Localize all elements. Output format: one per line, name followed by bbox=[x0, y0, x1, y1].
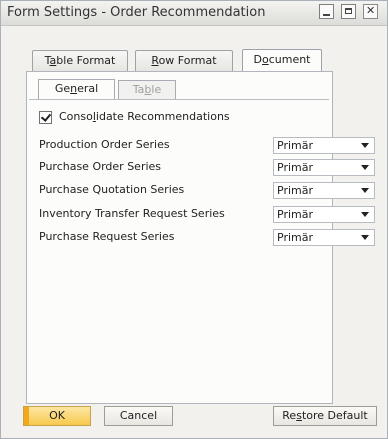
minimize-icon[interactable] bbox=[319, 4, 334, 19]
restore-label-part: tore Default bbox=[301, 409, 368, 422]
cancel-button-label: Cancel bbox=[119, 409, 158, 422]
tab-label-part: cument bbox=[268, 53, 311, 66]
checkmark-icon bbox=[40, 111, 52, 122]
select-value: Primär bbox=[277, 208, 313, 221]
subtab-label-part: Ta bbox=[132, 83, 145, 96]
subtab-label-part: eral bbox=[77, 82, 99, 95]
subtab-divider bbox=[29, 99, 329, 100]
maximize-icon[interactable] bbox=[341, 4, 356, 19]
subtab-label-part: le bbox=[151, 83, 162, 96]
restore-label-part: Re bbox=[282, 409, 297, 422]
purchase-order-series-label: Purchase Order Series bbox=[39, 160, 162, 173]
ok-button-label: OK bbox=[49, 409, 65, 422]
tab-label-part: ow Format bbox=[158, 54, 217, 67]
inventory-transfer-request-series-select[interactable]: Primär bbox=[273, 206, 375, 223]
cancel-button[interactable]: Cancel bbox=[104, 406, 173, 426]
title-bar[interactable]: Form Settings - Order Recommendation ✕ bbox=[1, 1, 387, 26]
purchase-request-series-label: Purchase Request Series bbox=[39, 230, 175, 243]
production-order-series-label: Production Order Series bbox=[39, 138, 170, 151]
tab-row-format[interactable]: Row Format bbox=[135, 50, 233, 71]
dropdown-arrow-icon[interactable] bbox=[361, 235, 369, 240]
window-title: Form Settings - Order Recommendation bbox=[7, 5, 266, 20]
subtab-label-part: Ge bbox=[54, 82, 71, 95]
subtab-table: Table bbox=[118, 80, 176, 99]
inventory-transfer-request-series-label: Inventory Transfer Request Series bbox=[39, 207, 225, 220]
tab-label-part: D bbox=[253, 53, 262, 66]
purchase-quotation-series-select[interactable]: Primär bbox=[273, 182, 375, 199]
dropdown-arrow-icon[interactable] bbox=[361, 165, 369, 170]
tab-table-format[interactable]: Table Format bbox=[32, 50, 128, 71]
production-order-series-select[interactable]: Primär bbox=[273, 137, 375, 154]
purchase-order-series-select[interactable]: Primär bbox=[273, 159, 375, 176]
select-value: Primär bbox=[277, 161, 313, 174]
tab-label-part: ble Format bbox=[56, 54, 116, 67]
purchase-request-series-select[interactable]: Primär bbox=[273, 229, 375, 246]
button-accent bbox=[24, 407, 29, 425]
select-value: Primär bbox=[277, 139, 313, 152]
dropdown-arrow-icon[interactable] bbox=[361, 188, 369, 193]
consolidate-label-part: Conso bbox=[59, 110, 93, 123]
form-settings-window: Form Settings - Order Recommendation ✕ T… bbox=[0, 0, 388, 439]
tab-label-accel: o bbox=[261, 53, 269, 66]
purchase-quotation-series-label: Purchase Quotation Series bbox=[39, 183, 185, 196]
ok-button[interactable]: OK bbox=[23, 406, 91, 426]
consolidate-label[interactable]: Consolidate Recommendations bbox=[59, 110, 230, 123]
restore-default-button[interactable]: Restore Default bbox=[273, 406, 377, 426]
subtab-general[interactable]: General bbox=[38, 79, 115, 100]
tab-document[interactable]: Document bbox=[242, 49, 322, 72]
tab-label-accel: R bbox=[151, 54, 159, 67]
close-icon[interactable]: ✕ bbox=[363, 4, 378, 19]
dropdown-arrow-icon[interactable] bbox=[361, 143, 369, 148]
dropdown-arrow-icon[interactable] bbox=[361, 212, 369, 217]
consolidate-checkbox[interactable] bbox=[39, 111, 52, 124]
select-value: Primär bbox=[277, 184, 313, 197]
consolidate-label-part: idate Recommendations bbox=[95, 110, 230, 123]
select-value: Primär bbox=[277, 231, 313, 244]
